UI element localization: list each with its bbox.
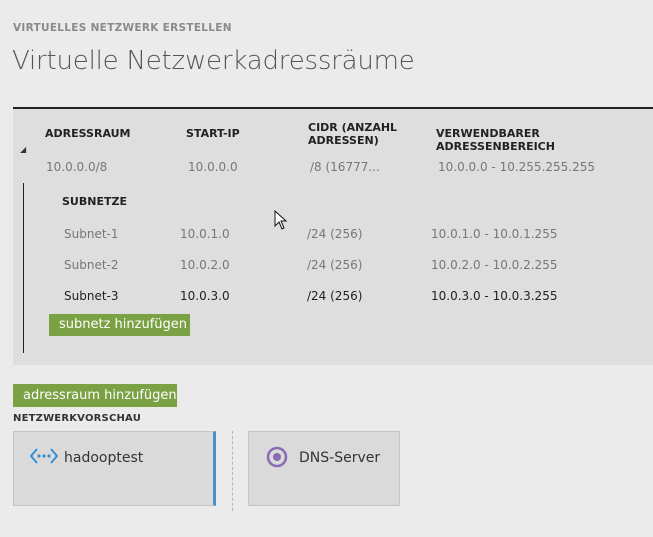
- virtual-network-icon: [30, 448, 58, 464]
- subnet-name: Subnet-1: [64, 227, 119, 241]
- subnet-name: Subnet-2: [64, 258, 119, 272]
- subnet-start-ip: 10.0.1.0: [180, 227, 230, 241]
- page-title: Virtuelle Netzwerkadressräume: [12, 46, 415, 76]
- column-header-usable-range: VERWENDBARER ADRESSENBEREICH: [436, 127, 555, 153]
- subnet-start-ip: 10.0.3.0: [180, 289, 230, 303]
- dns-server-card[interactable]: DNS-Server: [248, 431, 400, 506]
- column-header-cidr-line2: ADRESSEN): [308, 134, 379, 147]
- wizard-step-label: VIRTUELLES NETZWERK ERSTELLEN: [13, 22, 232, 34]
- subnet-group-line: [23, 183, 24, 353]
- network-preview-card[interactable]: hadooptest: [13, 431, 216, 506]
- address-space-range: 10.0.0.0 - 10.255.255.255: [438, 160, 596, 174]
- address-space-value: 10.0.0.0/8: [46, 160, 108, 174]
- network-name: hadooptest: [64, 450, 144, 466]
- dns-server-label: DNS-Server: [299, 450, 381, 466]
- address-space-start-ip: 10.0.0.0: [188, 160, 238, 174]
- add-address-space-button[interactable]: adressraum hinzufügen: [13, 384, 177, 407]
- subnet-name: Subnet-3: [64, 289, 119, 303]
- column-header-cidr-line1: CIDR (ANZAHL: [308, 121, 398, 134]
- column-header-address-space: ADRESSRAUM: [45, 127, 131, 140]
- collapse-arrow-icon[interactable]: ◢: [20, 145, 26, 154]
- address-space-cidr: /8 (16777...: [310, 160, 380, 174]
- mouse-cursor-icon: [274, 210, 288, 230]
- network-preview-title: NETZWERKVORSCHAU: [13, 413, 142, 424]
- column-header-start-ip: START-IP: [186, 127, 240, 140]
- column-header-cidr: CIDR (ANZAHL ADRESSEN): [308, 121, 397, 147]
- subnet-range: 10.0.2.0 - 10.0.2.255: [431, 258, 558, 272]
- address-space-panel: ADRESSRAUM START-IP CIDR (ANZAHL ADRESSE…: [13, 107, 653, 365]
- subnets-title: SUBNETZE: [62, 195, 127, 208]
- subnet-cidr: /24 (256): [307, 227, 363, 241]
- subnet-cidr: /24 (256): [307, 289, 363, 303]
- subnet-start-ip: 10.0.2.0: [180, 258, 230, 272]
- subnet-range: 10.0.3.0 - 10.0.3.255: [431, 289, 558, 303]
- subnet-cidr: /24 (256): [307, 258, 363, 272]
- subnet-range: 10.0.1.0 - 10.0.1.255: [431, 227, 558, 241]
- preview-divider: [232, 431, 233, 511]
- add-subnet-button[interactable]: subnetz hinzufügen: [49, 314, 190, 336]
- dns-server-icon: [266, 446, 288, 468]
